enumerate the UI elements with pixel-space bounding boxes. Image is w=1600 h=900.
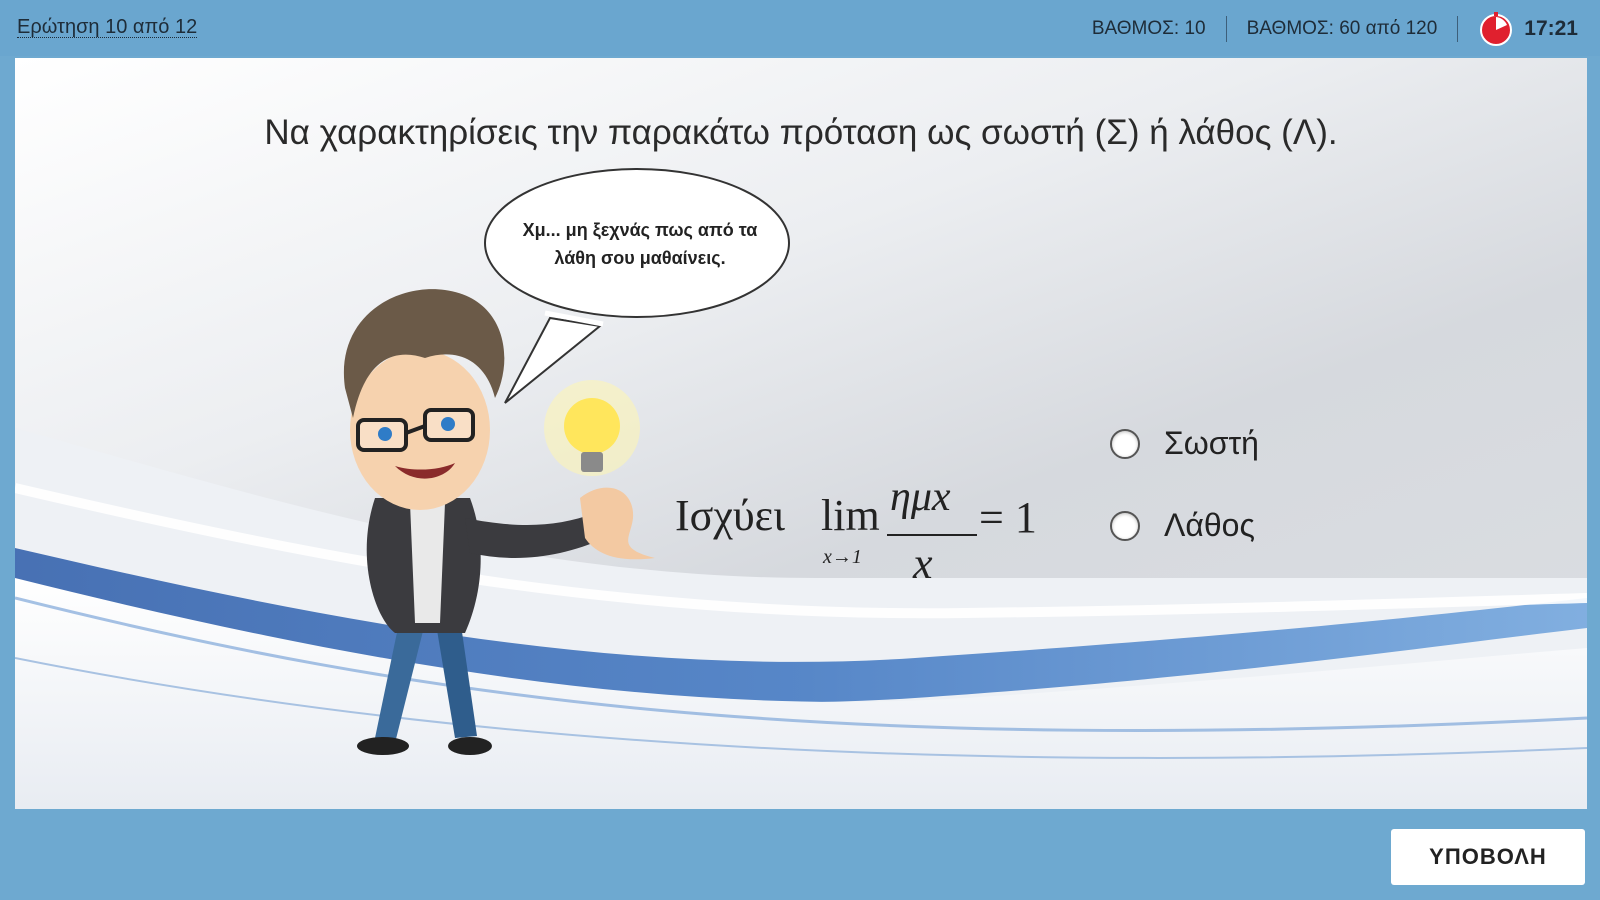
option-label: Σωστή — [1164, 425, 1259, 461]
formula-denominator: x — [913, 539, 933, 588]
stopwatch-icon — [1480, 12, 1513, 46]
stats-bar: ΒΑΘΜΟΣ: 10 ΒΑΘΜΟΣ: 60 από 120 17:21 — [1092, 10, 1578, 48]
formula-result: = 1 — [979, 493, 1037, 542]
formula-numerator: ημx — [890, 474, 951, 520]
question-prompt: Να χαρακτηρίσεις την παρακάτω πρόταση ως… — [264, 113, 1338, 152]
background-waves — [15, 168, 1587, 809]
time-remaining: 17:21 — [1524, 17, 1578, 40]
formula-lim: lim — [821, 491, 880, 540]
fraction-bar — [887, 534, 977, 536]
lightbulb-icon — [544, 380, 640, 476]
speech-bubble-text: Χμ... μη ξεχνάς πως από τα λάθη σου μαθα… — [522, 220, 758, 268]
radio-button[interactable] — [1110, 428, 1140, 459]
question-counter[interactable]: Ερώτηση 10 από 12 — [17, 17, 198, 38]
score-label: ΒΑΘΜΟΣ: 10 — [1091, 18, 1206, 39]
submit-button[interactable]: ΥΠΟΒΟΛΗ — [1391, 829, 1585, 885]
option-true[interactable]: Σωστή — [1110, 425, 1259, 462]
top-bar: Ερώτηση 10 από 12 ΒΑΘΜΟΣ: 10 ΒΑΘΜΟΣ: 60 … — [0, 0, 1600, 56]
formula-word: Ισχύει — [675, 491, 785, 540]
speech-bubble — [484, 168, 790, 404]
total-score-label: ΒΑΘΜΟΣ: 60 από 120 — [1246, 18, 1438, 39]
option-false[interactable]: Λάθος — [1110, 507, 1255, 544]
divider — [1225, 16, 1227, 42]
radio-button[interactable] — [1110, 510, 1140, 541]
question-stage: Να χαρακτηρίσεις την παρακάτω πρόταση ως… — [15, 58, 1587, 809]
formula-subscript: x→1 — [823, 546, 862, 568]
option-label: Λάθος — [1164, 507, 1255, 543]
divider — [1457, 16, 1459, 42]
